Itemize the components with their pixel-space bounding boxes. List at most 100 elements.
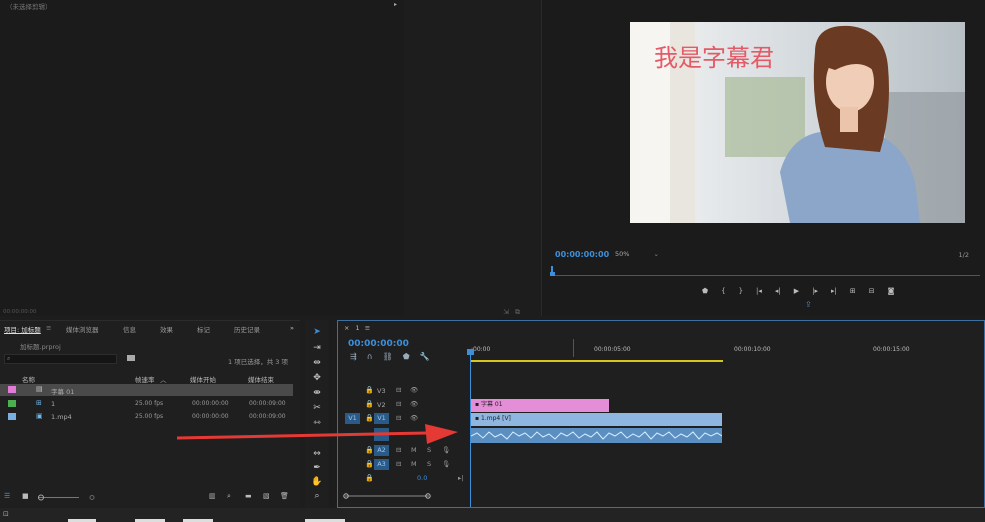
tab-menu-icon[interactable]: ≡ (46, 324, 51, 332)
in-point-icon[interactable]: { (721, 287, 725, 295)
clip-label: 1.mp4 [V] (481, 415, 511, 422)
sort-asc-icon[interactable]: ︿ (160, 374, 167, 384)
wrench-icon[interactable]: 🔧 (420, 352, 430, 361)
timeline-toolbar: ⇶ ∩ ⛓ ⬟ 🔧 (350, 352, 430, 361)
col-frame-rate[interactable]: 帧速率 (135, 374, 155, 384)
razor-tool-icon[interactable]: ✂ (311, 402, 323, 414)
tab-menu-icon[interactable]: ≡ (365, 324, 370, 332)
project-tabs: 项目: 加标题 ≡ 媒体浏览器 信息 效果 标记 历史记录 » (0, 321, 300, 335)
project-row[interactable]: ▤ 字幕 01 (0, 384, 293, 396)
selection-tool-icon[interactable]: ➤ (311, 326, 323, 338)
search-icon: ⌕ (7, 355, 11, 362)
row-media-start: 00:00:00:00 (192, 400, 229, 407)
timeline-timecode[interactable]: 00:00:00:00 (348, 339, 409, 349)
hand-tool-icon[interactable]: ✋ (311, 476, 323, 488)
list-view-icon[interactable]: ☰ (4, 492, 10, 500)
timeline-tab[interactable]: × 1 ≡ (344, 324, 370, 332)
panel-menu-icon[interactable]: ▸ (394, 1, 397, 8)
search-input[interactable] (4, 354, 117, 364)
video-clip[interactable]: ▪ 1.mp4 [V] (471, 413, 722, 426)
tab-info[interactable]: 信息 (123, 324, 136, 334)
snap-icon[interactable]: ∩ (367, 352, 373, 361)
col-name[interactable]: 名称 (22, 374, 35, 384)
new-bin-icon[interactable]: ▬ (245, 492, 252, 500)
lock-icon[interactable]: 🔒 (365, 386, 374, 394)
timeline-zoom-scrollbar[interactable] (342, 493, 432, 499)
go-to-out-icon[interactable]: ▸| (831, 287, 837, 295)
solo-button[interactable]: S (427, 460, 431, 468)
go-to-end-icon[interactable]: ▸| (458, 474, 463, 482)
linked-selection-icon[interactable]: ⛓ (383, 352, 393, 361)
sync-lock-icon[interactable]: ⊟ (396, 386, 401, 394)
sequence-icon: ⊞ (36, 399, 42, 407)
go-to-in-icon[interactable]: |◂ (756, 287, 762, 295)
col-media-start[interactable]: 媒体开始 (190, 374, 216, 384)
program-timecode[interactable]: 00:00:00:00 (555, 250, 609, 259)
lift-icon[interactable]: ⊞ (850, 287, 856, 295)
title-clip[interactable]: ▪ 字幕 01 (471, 399, 609, 412)
lock-icon[interactable]: 🔒 (365, 474, 374, 482)
sync-lock-icon[interactable]: ⊟ (396, 400, 401, 408)
tab-effects[interactable]: 效果 (160, 324, 173, 334)
master-level[interactable]: 0.0 (417, 474, 427, 482)
tab-markers[interactable]: 标记 (197, 324, 210, 334)
zoom-tool-icon[interactable]: ⌕ (311, 490, 323, 502)
export-frame-icon[interactable]: ◙ (888, 287, 895, 295)
tab-project[interactable]: 项目: 加标题 (4, 324, 41, 334)
tab-media-browser[interactable]: 媒体浏览器 (66, 324, 99, 334)
row-frame-rate: 25.00 fps (135, 400, 164, 407)
step-back-icon[interactable]: ◂| (775, 287, 781, 295)
rate-stretch-tool-icon[interactable]: ⇼ (311, 387, 323, 399)
sync-lock-icon[interactable]: ⊟ (396, 460, 401, 468)
zoom-slider[interactable] (37, 494, 97, 502)
ruler-ticks (471, 339, 723, 362)
nest-icon[interactable]: ⇶ (350, 352, 357, 361)
chevron-down-icon: ⌄ (653, 250, 659, 258)
more-tabs-icon[interactable]: » (290, 324, 294, 332)
lock-icon[interactable]: 🔒 (365, 400, 374, 408)
program-time-ruler[interactable] (550, 266, 980, 280)
marker-icon[interactable]: ⬟ (702, 287, 708, 295)
mute-button[interactable]: M (411, 460, 417, 468)
close-icon[interactable]: × (344, 324, 349, 332)
automate-sequence-icon[interactable]: ▥ (209, 492, 216, 500)
label-color-swatch[interactable] (8, 413, 16, 420)
microphone-icon[interactable]: 🎙 (442, 460, 450, 468)
out-point-icon[interactable]: } (739, 287, 743, 295)
source-timecode[interactable]: 00:00:00:00 (3, 309, 37, 315)
source-monitor-side: ⇲⧉ (404, 0, 536, 316)
source-monitor-header[interactable]: （未选择剪辑） (6, 1, 52, 11)
pen-tool-icon[interactable]: ✒ (311, 462, 323, 474)
find-icon[interactable]: ⌕ (227, 492, 231, 501)
new-bin-icon[interactable] (127, 355, 135, 361)
project-row[interactable]: ⊞ 1 25.00 fps 00:00:00:00 00:00:09:00 (0, 398, 293, 410)
source-export-icons[interactable]: ⇲⧉ (503, 308, 526, 317)
ripple-edit-tool-icon[interactable]: ⇹ (311, 357, 323, 369)
title-icon: ▤ (36, 385, 43, 393)
add-marker-icon[interactable]: ⬟ (403, 352, 410, 361)
eye-icon[interactable]: 👁 (410, 400, 418, 408)
new-item-icon[interactable]: ▧ (263, 492, 270, 500)
timeline-ruler[interactable]: :00:00 00:00:05:00 00:00:10:00 00:00:15:… (471, 339, 985, 365)
play-icon[interactable]: ▶ (794, 287, 799, 295)
tab-history[interactable]: 历史记录 (234, 324, 260, 334)
share-icon[interactable]: ⇪ (805, 300, 812, 309)
rolling-edit-tool-icon[interactable]: ✥ (311, 372, 323, 384)
track-name: V2 (377, 401, 386, 409)
label-color-swatch[interactable] (8, 386, 16, 393)
lock-icon[interactable]: 🔒 (365, 460, 374, 468)
track-select-tool-icon[interactable]: ⇥ (311, 342, 323, 354)
icon-view-icon[interactable]: ■ (22, 492, 29, 500)
col-media-end[interactable]: 媒体结束 (248, 374, 274, 384)
status-icon[interactable]: ⊡ (3, 510, 9, 518)
trash-icon[interactable]: 🗑 (280, 492, 289, 500)
extract-icon[interactable]: ⊟ (869, 287, 875, 295)
eye-icon[interactable]: 👁 (410, 386, 418, 394)
track-target-a3[interactable]: A3 (374, 459, 389, 470)
audio-clip[interactable] (471, 428, 722, 443)
zoom-select[interactable]: 50% ⌄ (615, 250, 659, 259)
label-color-swatch[interactable] (8, 400, 16, 407)
row-media-end: 00:00:09:00 (249, 413, 286, 420)
step-forward-icon[interactable]: |▸ (812, 287, 818, 295)
resolution-select[interactable]: 1/2 (959, 251, 969, 259)
